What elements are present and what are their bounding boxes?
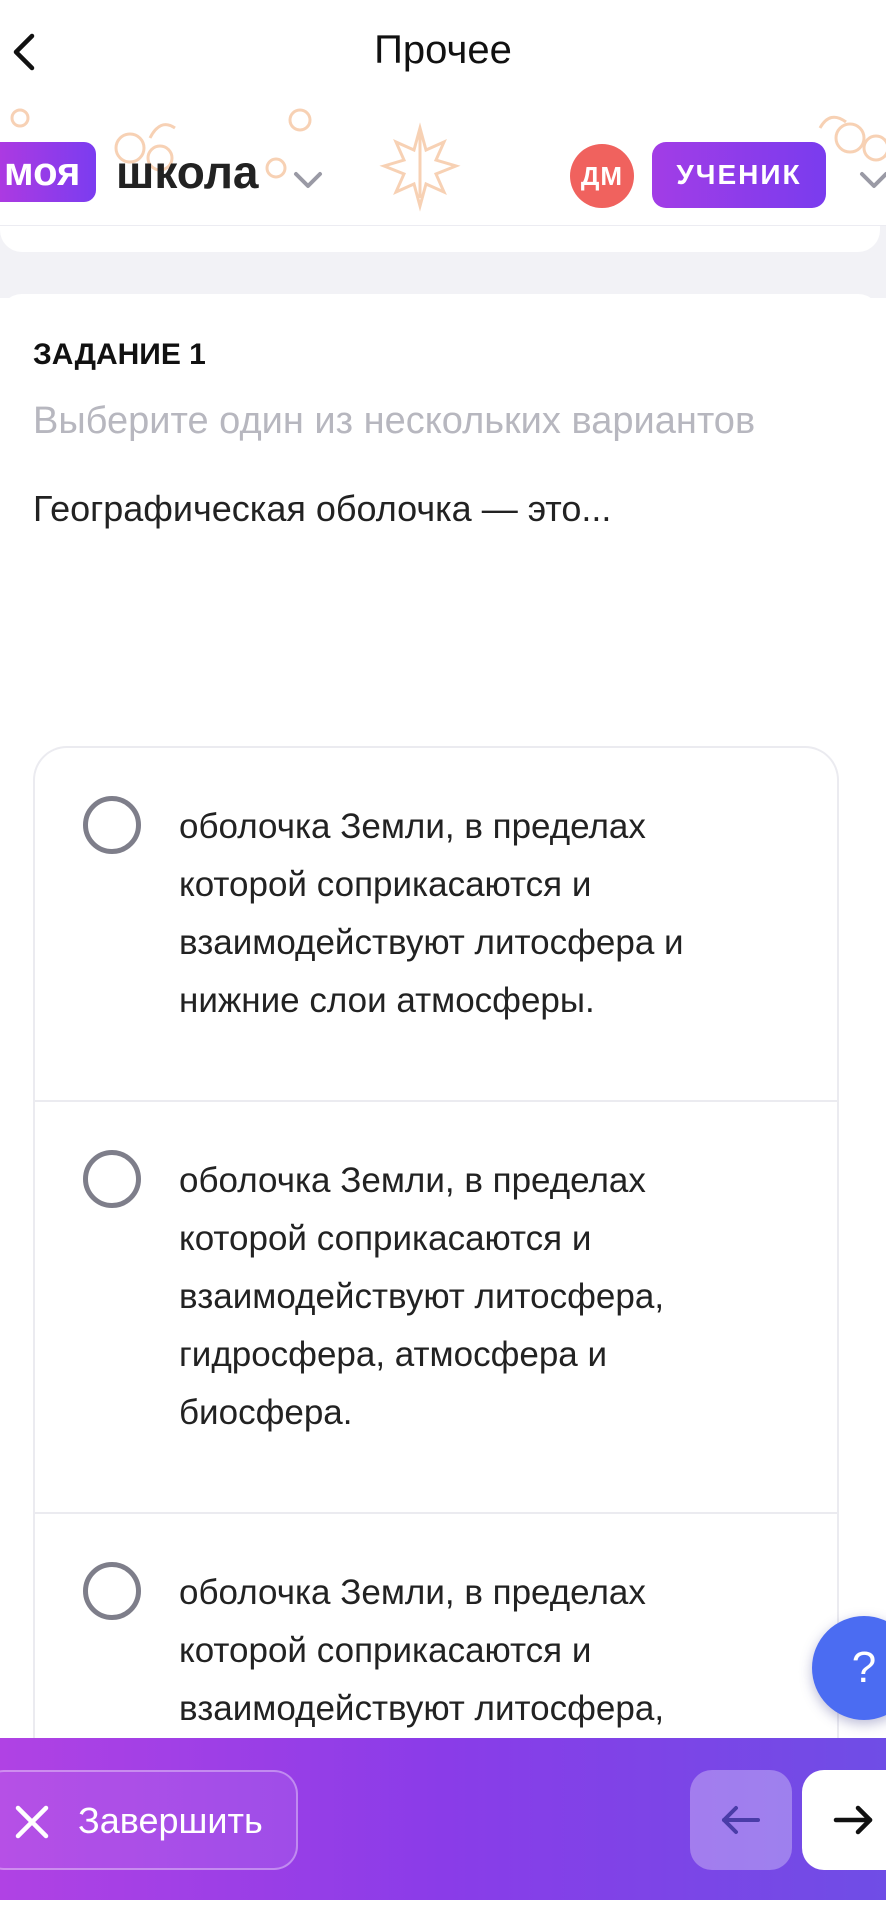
avatar[interactable]: ДМ bbox=[570, 144, 634, 208]
task-number: ЗАДАНИЕ 1 bbox=[33, 338, 206, 371]
bottom-action-bar: Завершить bbox=[0, 1738, 886, 1900]
option-text: оболочка Земли, в пределах которой сопри… bbox=[179, 1161, 665, 1432]
radio-button[interactable] bbox=[83, 796, 141, 854]
option-text: оболочка Земли, в пределах которой сопри… bbox=[179, 807, 684, 1020]
close-icon bbox=[15, 1805, 49, 1839]
finish-button[interactable]: Завершить bbox=[0, 1770, 298, 1870]
answer-option-1[interactable]: оболочка Земли, в пределах которой сопри… bbox=[35, 748, 837, 1102]
radio-button[interactable] bbox=[83, 1562, 141, 1620]
role-button[interactable]: УЧЕНИК bbox=[652, 142, 826, 208]
question-text: Географическая оболочка — это... bbox=[33, 488, 612, 529]
brand-header: моя школа ДМ УЧЕНИК bbox=[0, 108, 886, 226]
next-button[interactable] bbox=[802, 1770, 886, 1870]
task-hint: Выберите один из нескольких вариантов bbox=[33, 400, 756, 442]
arrow-left-icon bbox=[722, 1806, 760, 1834]
logo-shkola: школа bbox=[116, 146, 259, 198]
logo-moya: моя bbox=[0, 142, 97, 202]
previous-button[interactable] bbox=[690, 1770, 792, 1870]
answer-option-2[interactable]: оболочка Земли, в пределах которой сопри… bbox=[35, 1102, 837, 1514]
section-divider bbox=[0, 226, 886, 334]
finish-label: Завершить bbox=[78, 1800, 263, 1841]
answer-options: оболочка Земли, в пределах которой сопри… bbox=[33, 746, 839, 1746]
chevron-down-icon[interactable] bbox=[290, 168, 326, 192]
radio-button[interactable] bbox=[83, 1150, 141, 1208]
answer-option-3[interactable]: оболочка Земли, в пределах которой сопри… bbox=[35, 1514, 837, 1746]
option-text: оболочка Земли, в пределах которой сопри… bbox=[179, 1573, 665, 1728]
bottom-safe-area bbox=[0, 1900, 886, 1920]
page-title: Прочее bbox=[374, 28, 512, 72]
top-nav: Прочее bbox=[0, 0, 886, 108]
arrow-right-icon bbox=[833, 1805, 873, 1835]
chevron-down-icon[interactable] bbox=[856, 168, 886, 192]
